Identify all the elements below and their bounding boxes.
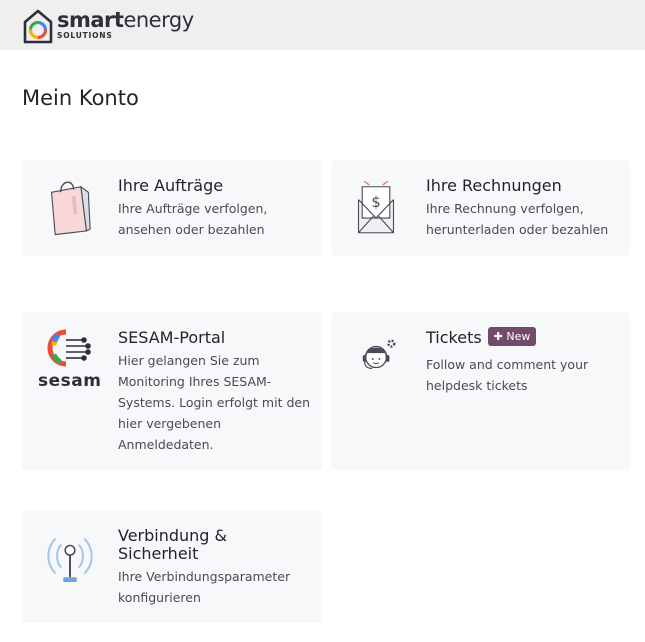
card-title: Ihre Aufträge	[118, 176, 224, 195]
svg-text:$: $	[371, 194, 380, 211]
card-title: Tickets ✚ New	[426, 327, 537, 348]
card-connection-security[interactable]: Verbindung & Sicherheit Ihre Verbindungs…	[22, 510, 322, 623]
logo-subtitle: SOLUTIONS	[57, 31, 113, 41]
card-description: Ihre Verbindungsparameter konfigurieren	[118, 569, 291, 605]
sesam-logo-icon: sesam	[36, 328, 106, 392]
invoice-envelope-icon: $	[357, 180, 395, 234]
card-sesam-portal[interactable]: sesam SESAM-Portal Hier gelangen Sie zum…	[22, 312, 322, 470]
sesam-logo-text: sesam	[38, 371, 102, 391]
smartenergy-logo[interactable]: smartenergy SOLUTIONS	[22, 6, 194, 44]
card-title: Verbindung & Sicherheit	[118, 526, 228, 563]
card-title: SESAM-Portal	[118, 328, 226, 347]
new-badge: ✚ New	[487, 327, 537, 346]
sesam-signal-icon	[47, 329, 91, 367]
card-description: Ihre Rechnung verfolgen, herunterladen o…	[426, 201, 609, 237]
helpdesk-agent-icon	[362, 339, 396, 370]
card-description: Ihre Aufträge verfolgen, ansehen oder be…	[118, 201, 268, 237]
antenna-icon	[47, 538, 93, 582]
card-tickets[interactable]: Tickets ✚ New Follow and comment your hel…	[331, 312, 630, 470]
top-bar: smartenergy SOLUTIONS	[0, 0, 645, 50]
card-invoices[interactable]: $ Ihre Rechnungen Ihre Rechnung verfolge…	[331, 160, 630, 256]
logo-name: smartenergy	[57, 8, 194, 33]
page-title: Mein Konto	[22, 86, 139, 110]
card-description: Follow and comment your helpdesk tickets	[426, 357, 589, 393]
card-description: Hier gelangen Sie zum Monitoring Ihres S…	[118, 353, 310, 452]
logo-house-icon	[23, 9, 53, 44]
card-title: Ihre Rechnungen	[426, 176, 562, 195]
plus-icon: ✚	[493, 330, 503, 343]
card-orders[interactable]: Ihre Aufträge Ihre Aufträge verfolgen, a…	[22, 160, 322, 256]
shopping-bag-icon	[50, 181, 91, 236]
